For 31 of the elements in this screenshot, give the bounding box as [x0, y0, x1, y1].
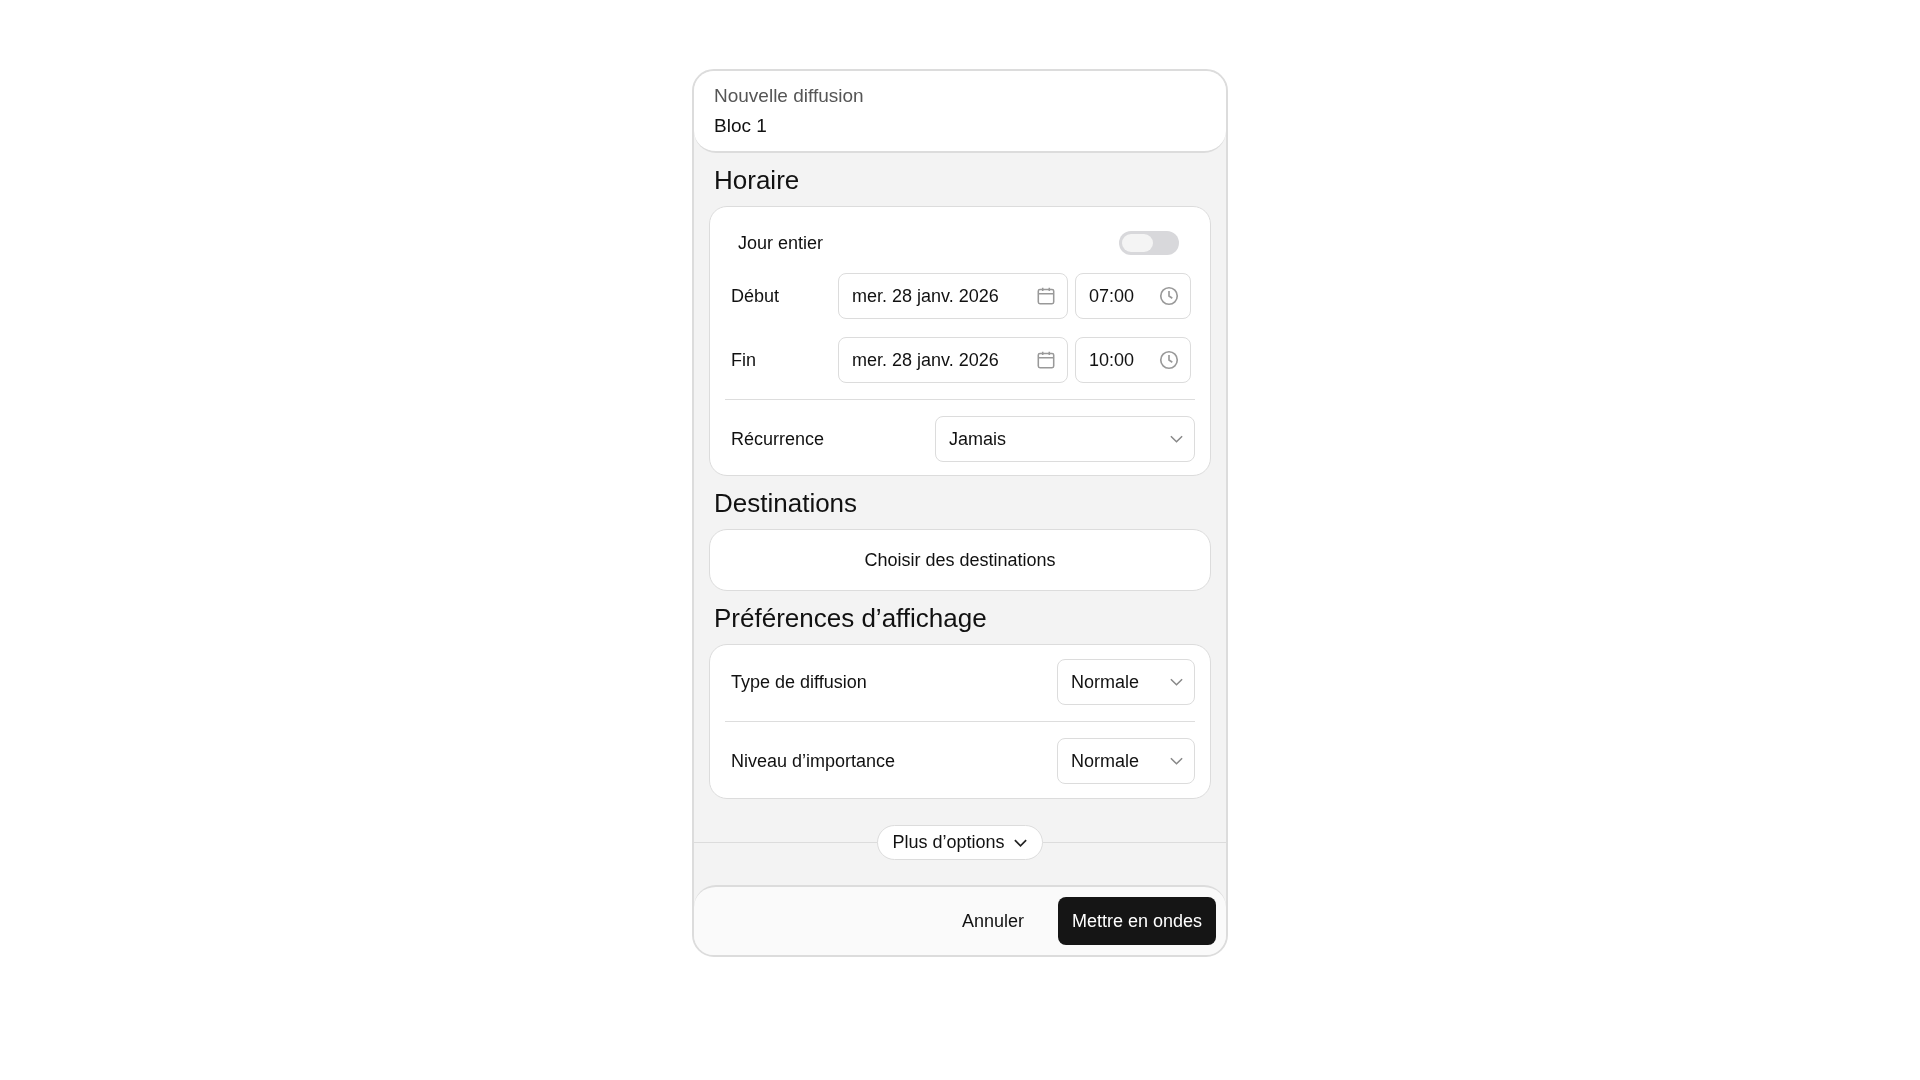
- more-options-button[interactable]: Plus d’options: [877, 825, 1043, 860]
- dropdown-select[interactable]: Normale: [1057, 738, 1195, 784]
- chevron-down-icon: [1169, 756, 1184, 766]
- field-label: Niveau d’importance: [730, 750, 896, 772]
- field-label: Fin: [730, 349, 757, 371]
- field-label: Récurrence: [730, 428, 825, 450]
- dialog-title: Bloc 1: [714, 115, 768, 137]
- date-field[interactable]: mer. 28 janv. 2026: [838, 337, 1068, 383]
- section-heading: Destinations: [713, 487, 859, 520]
- choose-destinations-button[interactable]: Choisir des destinations: [709, 529, 1211, 591]
- dialog-subtitle: Nouvelle diffusion: [714, 85, 865, 107]
- chevron-down-icon: [1012, 837, 1028, 848]
- field-label: Jour entier: [737, 232, 824, 254]
- clock-icon: [1158, 349, 1180, 371]
- clock-icon: [1158, 285, 1180, 307]
- chevron-down-icon: [1169, 434, 1184, 444]
- all-day-toggle[interactable]: [1119, 231, 1179, 255]
- section-heading: Horaire: [713, 164, 801, 197]
- date-field[interactable]: mer. 28 janv. 2026: [838, 273, 1068, 319]
- calendar-icon: [1035, 349, 1057, 371]
- calendar-icon: [1035, 285, 1057, 307]
- section-heading: Préférences d’affichage: [713, 602, 988, 635]
- cancel-button[interactable]: Annuler: [947, 897, 1038, 945]
- field-label: Début: [730, 285, 781, 307]
- dropdown-select[interactable]: Normale: [1057, 659, 1195, 705]
- recurrence-select[interactable]: Jamais: [935, 416, 1195, 462]
- broadcast-button[interactable]: Mettre en ondes: [1057, 897, 1216, 945]
- time-field[interactable]: 07:00: [1075, 273, 1191, 319]
- field-label: Type de diffusion: [730, 671, 867, 693]
- chevron-down-icon: [1169, 677, 1184, 687]
- time-field[interactable]: 10:00: [1075, 337, 1191, 383]
